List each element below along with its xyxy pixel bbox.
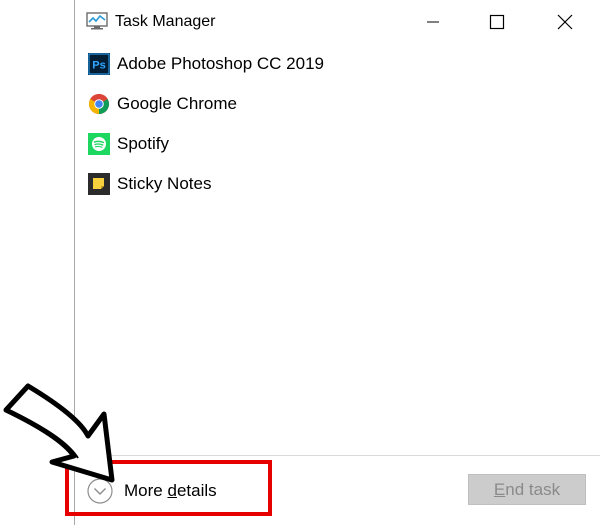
- process-item-chrome[interactable]: Google Chrome: [75, 86, 600, 122]
- more-details-label: More details: [124, 481, 217, 501]
- photoshop-icon: Ps: [88, 53, 110, 75]
- minimize-button[interactable]: [411, 6, 455, 38]
- task-manager-window: Task Manager Ps Adobe Photoshop CC 2019 …: [74, 0, 600, 525]
- spotify-icon: [88, 133, 110, 155]
- window-title: Task Manager: [115, 13, 216, 30]
- process-item-photoshop[interactable]: Ps Adobe Photoshop CC 2019: [75, 46, 600, 82]
- chevron-down-icon: [87, 478, 113, 504]
- maximize-button[interactable]: [475, 6, 519, 38]
- process-item-sticky-notes[interactable]: Sticky Notes: [75, 166, 600, 202]
- process-label: Adobe Photoshop CC 2019: [117, 54, 324, 73]
- more-details-prefix: More: [124, 481, 168, 500]
- more-details-button[interactable]: More details: [87, 476, 257, 506]
- close-icon: [557, 14, 573, 30]
- task-manager-icon: [86, 12, 108, 30]
- end-task-accesskey: E: [493, 480, 506, 499]
- more-details-accesskey: d: [167, 481, 177, 500]
- footer-divider: [75, 455, 600, 456]
- title-bar: Task Manager: [75, 0, 600, 44]
- close-button[interactable]: [543, 6, 587, 38]
- end-task-suffix: nd task: [505, 480, 561, 499]
- svg-text:Ps: Ps: [92, 60, 105, 72]
- process-label: Google Chrome: [117, 94, 238, 113]
- chrome-icon: [88, 93, 110, 115]
- process-label: Sticky Notes: [117, 174, 212, 193]
- process-item-spotify[interactable]: Spotify: [75, 126, 600, 162]
- minimize-icon: [427, 21, 439, 23]
- end-task-button[interactable]: End task: [468, 474, 586, 505]
- more-details-suffix: etails: [176, 481, 217, 500]
- maximize-icon: [489, 14, 505, 30]
- sticky-notes-icon: [88, 173, 110, 195]
- process-label: Spotify: [117, 134, 169, 153]
